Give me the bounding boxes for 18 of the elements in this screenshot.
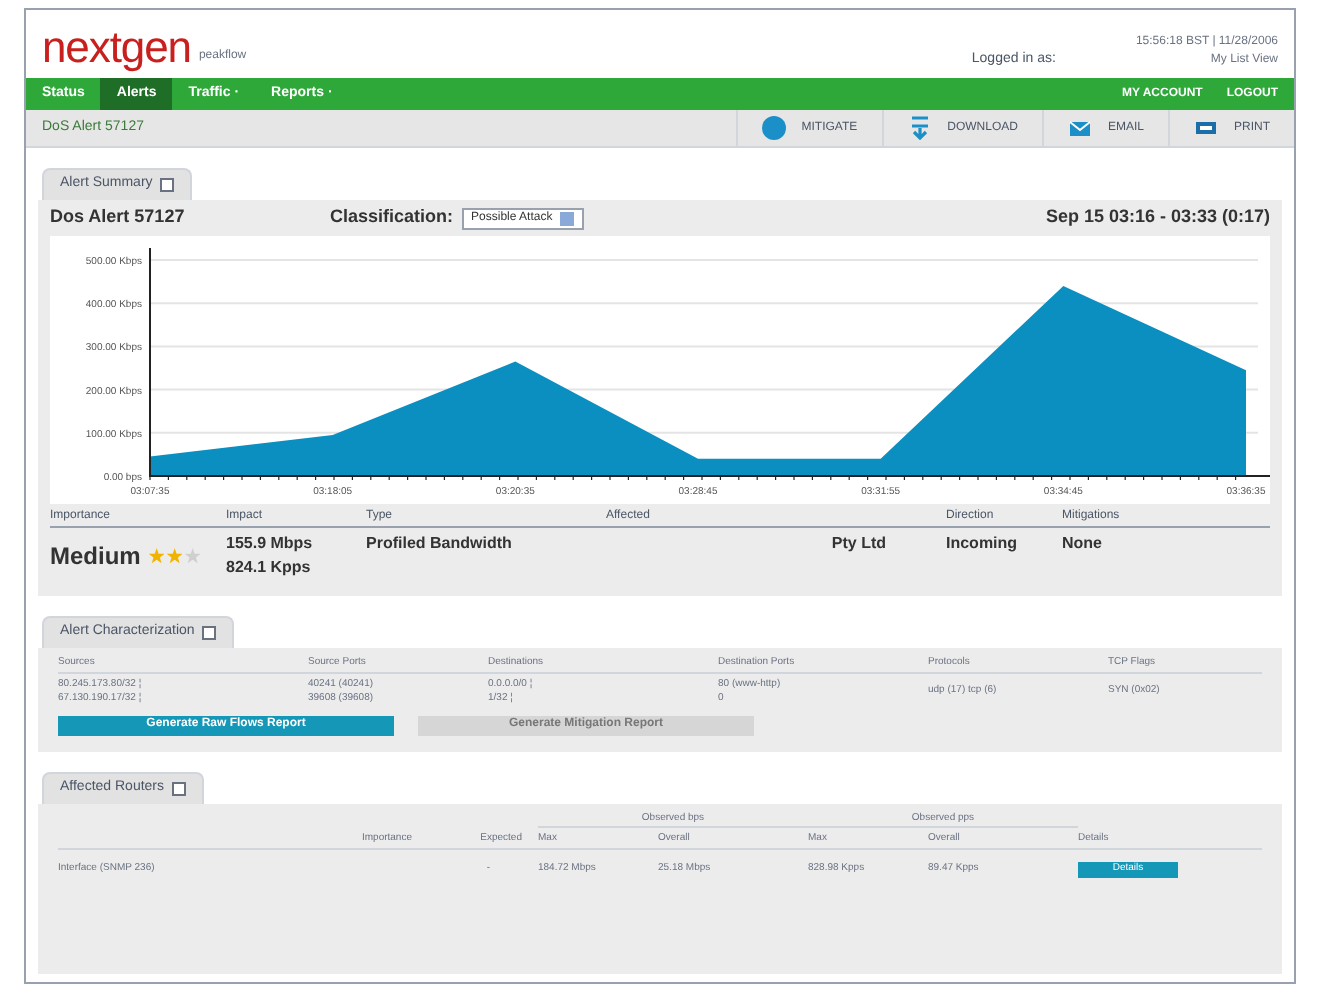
alert-title: Dos Alert 57127	[50, 204, 187, 231]
time-range: Sep 15 03:16 - 03:33 (0:17)	[1045, 204, 1270, 231]
direction-value: Incoming	[946, 532, 1020, 556]
checkbox-icon	[172, 781, 187, 795]
impact-value: 155.9 Mbps	[226, 532, 315, 556]
importance-value: Medium	[50, 540, 141, 574]
classification-label: Classification:	[330, 204, 454, 231]
checkbox-icon	[160, 178, 175, 192]
logo: nextgen	[42, 26, 191, 70]
type-value: Profiled Bandwidth	[366, 532, 514, 556]
mitigations-value: None	[1062, 532, 1104, 556]
circle-icon	[761, 116, 786, 140]
download-icon	[907, 116, 932, 140]
printer-icon	[1194, 116, 1218, 140]
mail-icon	[1067, 116, 1092, 140]
checkbox-icon	[202, 626, 217, 640]
affected-value: Pty Ltd	[829, 532, 888, 556]
impact-value: 824.1 Kpps	[226, 556, 313, 580]
